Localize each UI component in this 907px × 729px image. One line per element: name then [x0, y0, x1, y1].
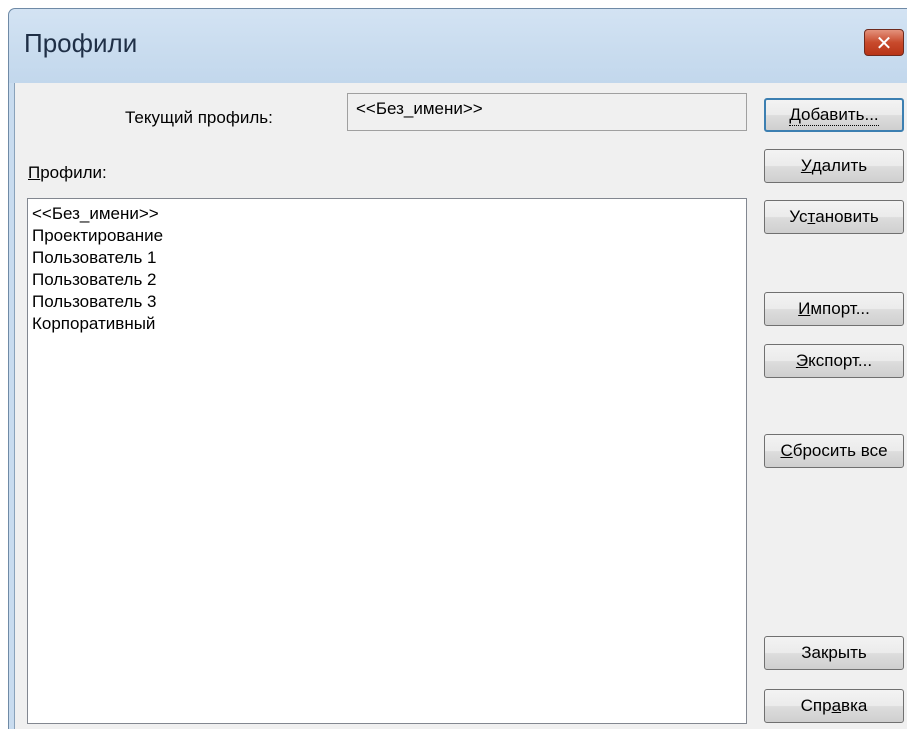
close-icon: ✕ [875, 30, 893, 55]
list-item[interactable]: Пользователь 1 [32, 247, 742, 269]
list-item[interactable]: Корпоративный [32, 313, 742, 335]
profiles-label: Профили: [28, 163, 107, 183]
reset-all-button[interactable]: Сбросить все [764, 434, 904, 468]
current-profile-label: Текущий профиль: [125, 108, 273, 127]
set-current-button[interactable]: Ус т ановить [764, 200, 904, 234]
dialog-body: Текущий профиль: <<Без_имени>> Профили: … [14, 83, 907, 729]
close-button[interactable]: Закрыть [764, 636, 904, 670]
help-button[interactable]: Спр а вка [764, 689, 904, 723]
list-item[interactable]: Проектирование [32, 225, 742, 247]
profiles-label-key: П [28, 163, 41, 182]
title-bar[interactable]: Профили ✕ [9, 9, 907, 83]
profiles-label-rest: рофили: [40, 163, 107, 182]
export-button[interactable]: Экспорт... [764, 344, 904, 378]
profiles-list[interactable]: <<Без_имени>> Проектирование Пользовател… [27, 198, 747, 724]
delete-button[interactable]: Удалить [764, 149, 904, 183]
list-item[interactable]: Пользователь 3 [32, 291, 742, 313]
current-profile-field: <<Без_имени>> [347, 93, 747, 131]
list-item[interactable]: <<Без_имени>> [32, 203, 742, 225]
import-button[interactable]: Импорт... [764, 292, 904, 326]
add-button[interactable]: Добавить... [764, 98, 904, 132]
window-title: Профили [24, 28, 138, 58]
profiles-dialog: Профили ✕ Текущий профиль: <<Без_имени>>… [8, 8, 907, 729]
close-window-button[interactable]: ✕ [864, 29, 904, 56]
list-item[interactable]: Пользователь 2 [32, 269, 742, 291]
